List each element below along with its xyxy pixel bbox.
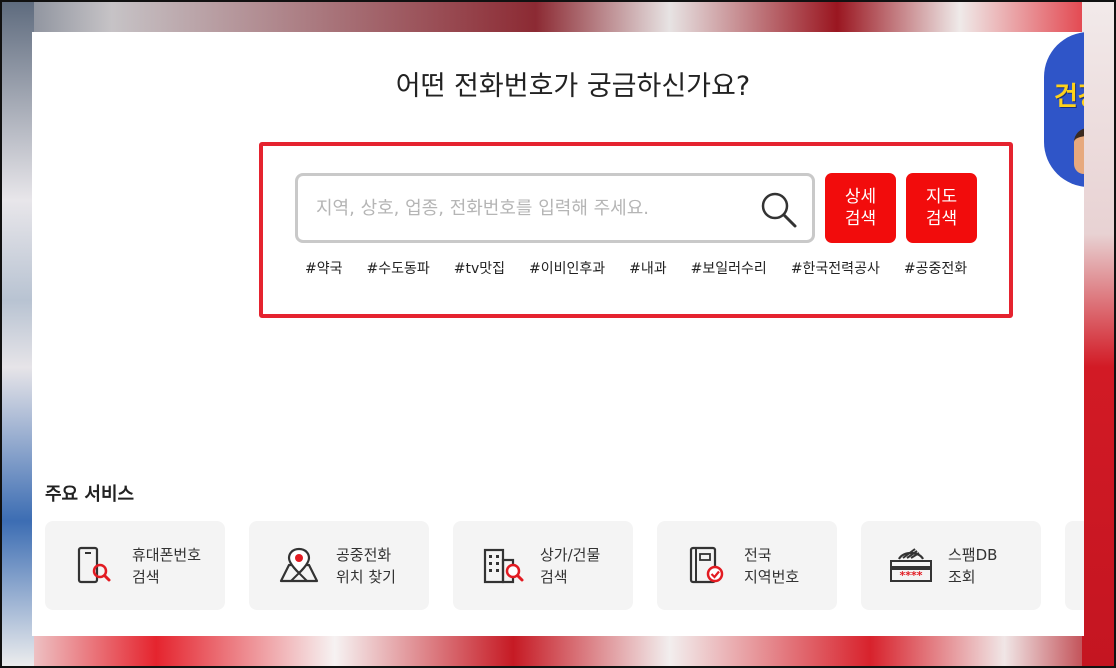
building-search-icon [483, 548, 524, 584]
service-label: 스팸DB 조회 [948, 546, 998, 586]
tag-link[interactable]: #수도동파 [367, 258, 430, 278]
map-search-label-1: 지도 [925, 187, 958, 207]
service-label: 공중전화 위치 찾기 [336, 546, 396, 586]
services-title: 주요 서비스 [45, 484, 135, 505]
map-search-label-2: 검색 [925, 209, 958, 229]
tag-link[interactable]: #tv맛집 [454, 258, 505, 278]
phone-search-icon [77, 546, 111, 584]
tag-link[interactable]: #약국 [305, 258, 343, 278]
service-card-spam-db[interactable]: **** 스팸DB 조회 [861, 521, 1041, 610]
map-search-button[interactable]: 지도 검색 [906, 173, 977, 243]
map-pin-icon [279, 547, 319, 583]
service-card-area-code[interactable]: 전국 지역번호 [657, 521, 837, 610]
service-label: 휴대폰번호 검색 [132, 546, 202, 586]
detail-search-label-1: 상세 [844, 187, 877, 207]
tag-link[interactable]: #이비인후과 [529, 258, 605, 278]
svg-text:****: **** [899, 569, 922, 582]
promo-text: 건강 [1054, 82, 1084, 112]
book-check-icon [689, 546, 724, 584]
search-box [295, 173, 815, 243]
tag-link[interactable]: #보일러수리 [691, 258, 767, 278]
tag-link[interactable]: #내과 [629, 258, 667, 278]
services-list: 휴대폰번호 검색 공중전화 위치 찾기 상가/건물 검색 전국 지역번호 ***… [45, 521, 1084, 611]
person-illustration [1074, 128, 1084, 174]
service-label: 전국 지역번호 [744, 546, 800, 586]
spam-db-icon: **** [890, 548, 932, 582]
service-card-building[interactable]: 상가/건물 검색 [453, 521, 633, 610]
service-card-phone[interactable]: 휴대폰번호 검색 [45, 521, 225, 610]
search-input[interactable] [316, 176, 746, 240]
service-card-next[interactable] [1065, 521, 1084, 610]
main-panel: 어떤 전화번호가 궁금하신가요? 건강 상세 검색 지도 검색 #약국 #수도동… [32, 32, 1084, 636]
tag-link[interactable]: #한국전력공사 [791, 258, 880, 278]
popular-tags: #약국 #수도동파 #tv맛집 #이비인후과 #내과 #보일러수리 #한국전력공… [305, 258, 967, 278]
detail-search-button[interactable]: 상세 검색 [825, 173, 896, 243]
service-label: 상가/건물 검색 [540, 546, 601, 586]
search-icon[interactable] [760, 191, 798, 229]
service-card-payphone[interactable]: 공중전화 위치 찾기 [249, 521, 429, 610]
promo-banner[interactable]: 건강 [1044, 32, 1084, 187]
detail-search-label-2: 검색 [844, 209, 877, 229]
page-title: 어떤 전화번호가 궁금하신가요? [395, 71, 751, 102]
tag-link[interactable]: #공중전화 [904, 258, 967, 278]
